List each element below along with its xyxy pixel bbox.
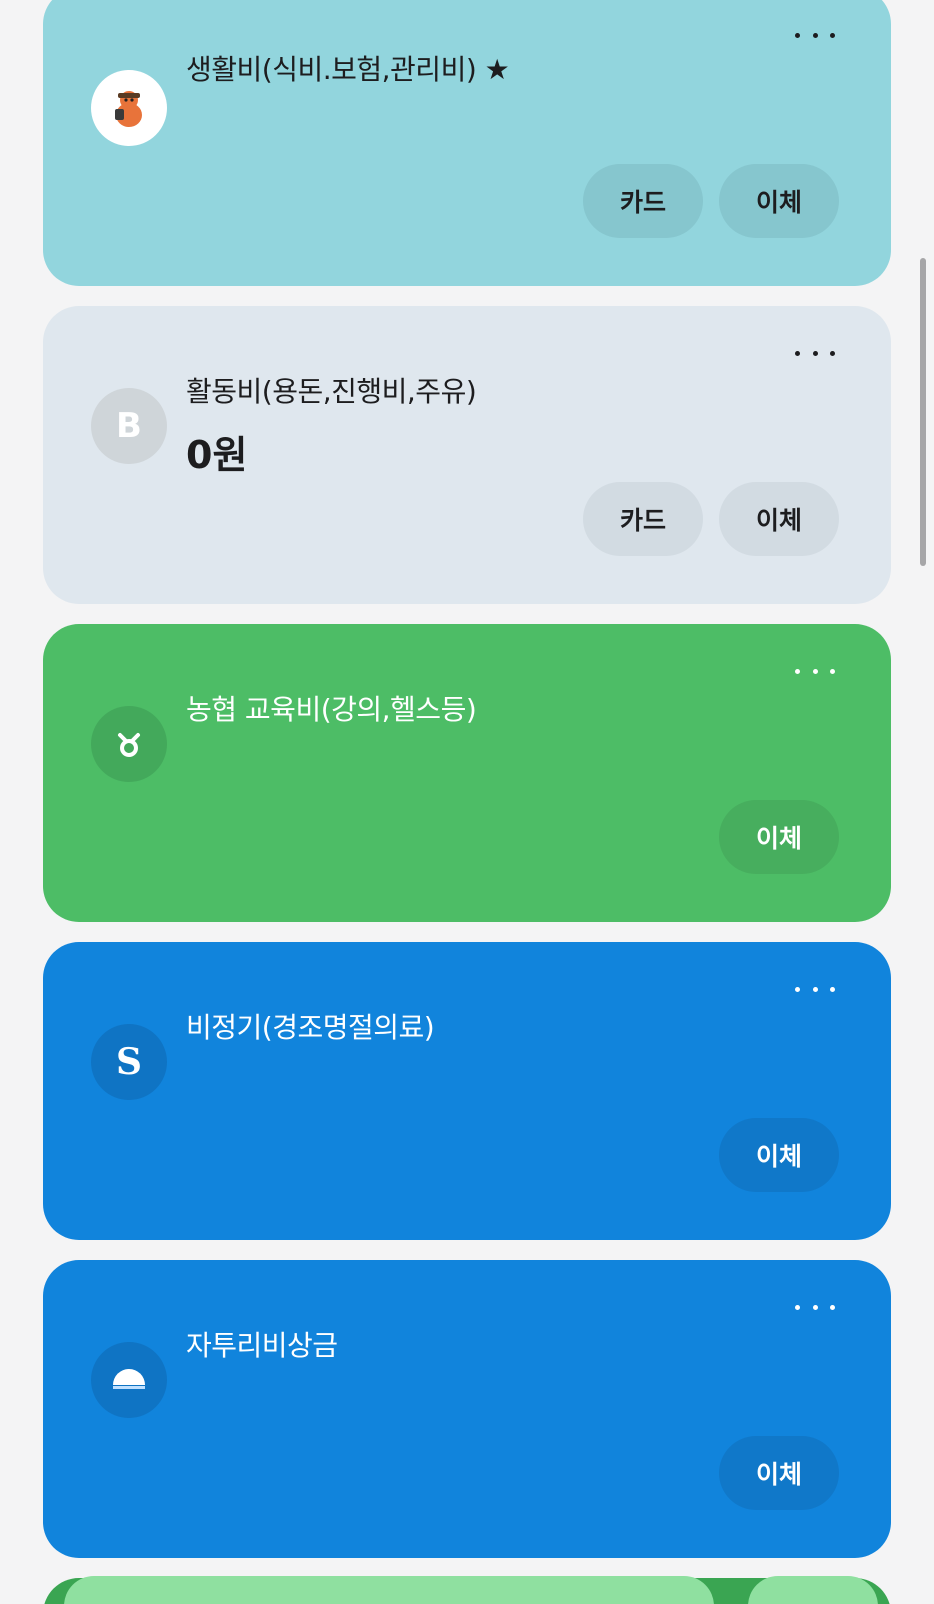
scrollbar[interactable] (920, 258, 926, 566)
account-list-screen: 생활비(식비.보험,관리비) ★ 카드 이체 B 활동비(용돈,진행비,주유) … (0, 0, 934, 1604)
account-card-living[interactable]: 생활비(식비.보험,관리비) ★ 카드 이체 (43, 0, 891, 286)
bottom-bar-button[interactable] (748, 1576, 878, 1604)
more-options-icon[interactable] (795, 1292, 835, 1322)
more-options-icon[interactable] (795, 974, 835, 1004)
more-options-icon[interactable] (795, 338, 835, 368)
account-title: 비정기(경조명절의료) (186, 1011, 435, 1044)
account-title: 자투리비상금 (186, 1329, 338, 1362)
card-button[interactable]: 카드 (583, 164, 703, 238)
bank-dome-icon (91, 1342, 167, 1418)
more-options-icon[interactable] (795, 656, 835, 686)
nonghyup-icon (91, 706, 167, 782)
account-card-activity[interactable]: B 활동비(용돈,진행비,주유) 0원 카드 이체 (43, 306, 891, 604)
account-title: 생활비(식비.보험,관리비) ★ (186, 53, 510, 86)
account-card-irregular[interactable]: S 비정기(경조명절의료) 이체 (43, 942, 891, 1240)
account-card-education[interactable]: 농협 교육비(강의,헬스등) 이체 (43, 624, 891, 922)
card-button[interactable]: 카드 (583, 482, 703, 556)
account-title: 농협 교육비(강의,헬스등) (186, 693, 477, 726)
account-card-emergency[interactable]: 자투리비상금 이체 (43, 1260, 891, 1558)
bank-character-icon (91, 70, 167, 146)
shinhan-icon: S (91, 1024, 167, 1100)
bank-b-icon: B (91, 388, 167, 464)
transfer-button[interactable]: 이체 (719, 482, 839, 556)
bottom-bar-pill[interactable] (64, 1576, 714, 1604)
transfer-button[interactable]: 이체 (719, 164, 839, 238)
transfer-button[interactable]: 이체 (719, 1436, 839, 1510)
account-balance: 0원 (186, 433, 248, 477)
transfer-button[interactable]: 이체 (719, 1118, 839, 1192)
more-options-icon[interactable] (795, 20, 835, 50)
account-title: 활동비(용돈,진행비,주유) (186, 375, 477, 408)
transfer-button[interactable]: 이체 (719, 800, 839, 874)
